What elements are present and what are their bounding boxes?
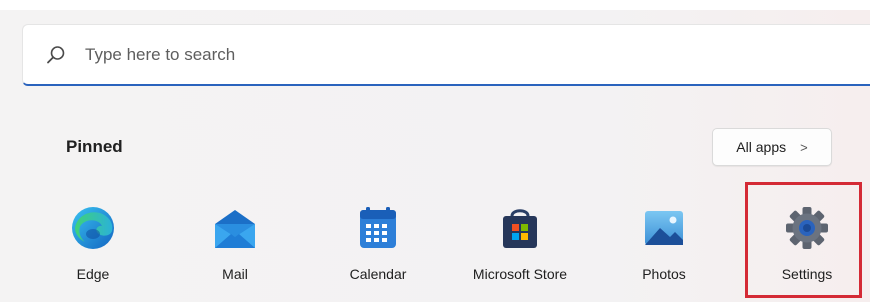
photos-icon: [640, 204, 688, 252]
app-label-edge: Edge: [76, 266, 110, 282]
top-strip: [0, 0, 870, 10]
app-tile-calendar[interactable]: Calendar: [318, 196, 438, 292]
store-icon: [496, 204, 544, 252]
settings-highlight-box: [745, 182, 862, 298]
edge-icon: [69, 204, 117, 252]
mail-icon: [211, 204, 259, 252]
start-menu: Type here to search Pinned All apps > Ed…: [0, 0, 870, 302]
all-apps-button[interactable]: All apps >: [712, 128, 832, 166]
app-label-photos: Photos: [642, 266, 686, 282]
app-label-calendar: Calendar: [349, 266, 407, 282]
pinned-title: Pinned: [66, 137, 123, 156]
app-tile-microsoft-store[interactable]: Microsoft Store: [460, 196, 580, 292]
calendar-icon: [354, 204, 402, 252]
search-icon: [45, 44, 67, 66]
all-apps-label: All apps: [736, 139, 787, 155]
search-input[interactable]: Type here to search: [85, 45, 235, 65]
app-label-microsoft-store: Microsoft Store: [472, 266, 568, 282]
app-tile-photos[interactable]: Photos: [604, 196, 724, 292]
search-box[interactable]: Type here to search: [22, 24, 870, 86]
app-label-mail: Mail: [222, 266, 248, 282]
app-tile-mail[interactable]: Mail: [175, 196, 295, 292]
app-tile-edge[interactable]: Edge: [33, 196, 153, 292]
chevron-right-icon: >: [800, 139, 808, 155]
